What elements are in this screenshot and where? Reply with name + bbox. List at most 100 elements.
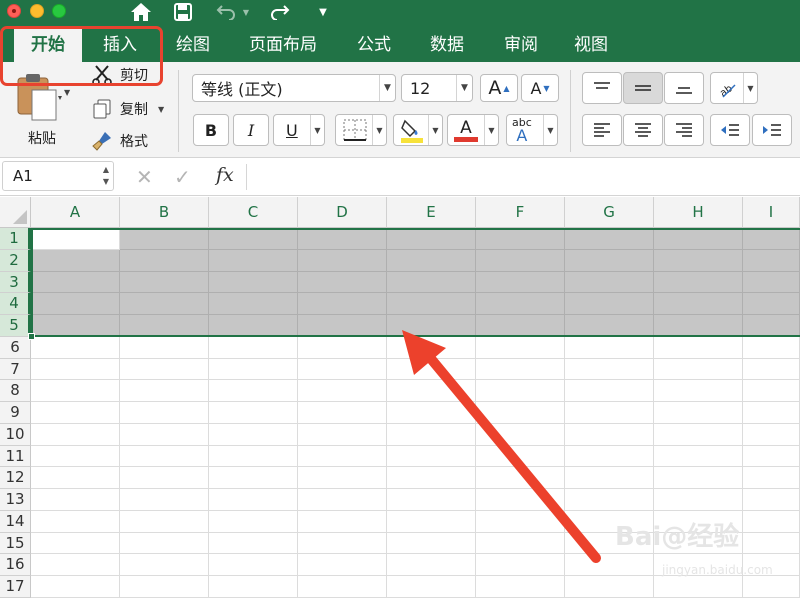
cell-f10[interactable] — [476, 423, 565, 446]
cell-g17[interactable] — [565, 576, 654, 598]
cell-c6[interactable] — [209, 336, 298, 359]
cell-f8[interactable] — [476, 380, 565, 402]
cell-c13[interactable] — [209, 489, 298, 511]
cell-f17[interactable] — [476, 576, 565, 598]
cell-f13[interactable] — [476, 489, 565, 511]
cell-c15[interactable] — [209, 532, 298, 555]
increase-font-size-button[interactable]: A ▲ — [480, 74, 518, 102]
cell-a10[interactable] — [31, 423, 120, 446]
cell-a17[interactable] — [31, 576, 120, 598]
cell-i8[interactable] — [743, 380, 800, 402]
cell-b9[interactable] — [120, 402, 209, 424]
tab-review[interactable]: 审阅 — [488, 28, 554, 62]
cell-f6[interactable] — [476, 336, 565, 359]
name-box-stepper-icon[interactable]: ▲ ▼ — [103, 164, 109, 188]
cell-e13[interactable] — [387, 489, 476, 511]
cell-h7[interactable] — [654, 358, 743, 381]
cell-g8[interactable] — [565, 380, 654, 402]
bold-button[interactable]: B — [193, 114, 229, 146]
increase-indent-button[interactable] — [752, 114, 792, 146]
save-icon[interactable] — [172, 0, 194, 24]
cell-i11[interactable] — [743, 445, 800, 468]
cell-c7[interactable] — [209, 358, 298, 381]
cell-a8[interactable] — [31, 380, 120, 402]
home-icon[interactable] — [128, 0, 154, 24]
cell-d17[interactable] — [298, 576, 387, 598]
cell-i15[interactable] — [743, 532, 800, 555]
formula-input[interactable] — [250, 162, 798, 192]
cancel-icon[interactable]: ✕ — [136, 165, 153, 189]
cell-f16[interactable] — [476, 554, 565, 576]
column-header-h[interactable]: H — [654, 197, 743, 228]
cell-a7[interactable] — [31, 358, 120, 381]
cell-e10[interactable] — [387, 423, 476, 446]
row-header-2[interactable]: 2 — [0, 249, 31, 272]
cell-b17[interactable] — [120, 576, 209, 598]
cell-b8[interactable] — [120, 380, 209, 402]
cell-i13[interactable] — [743, 489, 800, 511]
cell-d11[interactable] — [298, 445, 387, 468]
cell-d9[interactable] — [298, 402, 387, 424]
cell-b16[interactable] — [120, 554, 209, 576]
font-name-select[interactable]: 等线 (正文) ▼ — [192, 74, 396, 102]
cell-i17[interactable] — [743, 576, 800, 598]
cell-h11[interactable] — [654, 445, 743, 468]
cell-h8[interactable] — [654, 380, 743, 402]
cell-b6[interactable] — [120, 336, 209, 359]
cell-i14[interactable] — [743, 510, 800, 533]
cell-e15[interactable] — [387, 532, 476, 555]
close-window-button[interactable] — [7, 4, 21, 18]
row-header-11[interactable]: 11 — [0, 445, 31, 468]
cell-f7[interactable] — [476, 358, 565, 381]
cell-h6[interactable] — [654, 336, 743, 359]
column-header-c[interactable]: C — [209, 197, 298, 228]
cell-g12[interactable] — [565, 467, 654, 489]
align-middle-button[interactable] — [623, 72, 663, 104]
cell-b14[interactable] — [120, 510, 209, 533]
minimize-window-button[interactable] — [30, 4, 44, 18]
cell-a16[interactable] — [31, 554, 120, 576]
cell-c11[interactable] — [209, 445, 298, 468]
cell-b12[interactable] — [120, 467, 209, 489]
cell-e8[interactable] — [387, 380, 476, 402]
font-size-select[interactable]: 12 ▼ — [401, 74, 473, 102]
cell-i9[interactable] — [743, 402, 800, 424]
tab-view[interactable]: 视图 — [558, 28, 624, 62]
name-box[interactable]: A1 ▲ ▼ — [2, 161, 114, 191]
cell-e12[interactable] — [387, 467, 476, 489]
italic-button[interactable]: I — [233, 114, 269, 146]
cell-e11[interactable] — [387, 445, 476, 468]
cell-b10[interactable] — [120, 423, 209, 446]
decrease-font-size-button[interactable]: A ▼ — [521, 74, 559, 102]
cell-h9[interactable] — [654, 402, 743, 424]
row-header-16[interactable]: 16 — [0, 554, 31, 576]
cell-c14[interactable] — [209, 510, 298, 533]
cell-a12[interactable] — [31, 467, 120, 489]
cell-a13[interactable] — [31, 489, 120, 511]
row-header-3[interactable]: 3 — [0, 271, 31, 294]
cell-a14[interactable] — [31, 510, 120, 533]
cell-e17[interactable] — [387, 576, 476, 598]
insert-function-button[interactable]: fx — [216, 164, 234, 186]
align-right-button[interactable] — [664, 114, 704, 146]
cell-h12[interactable] — [654, 467, 743, 489]
cell-g16[interactable] — [565, 554, 654, 576]
cell-a15[interactable] — [31, 532, 120, 555]
cell-c10[interactable] — [209, 423, 298, 446]
cell-c8[interactable] — [209, 380, 298, 402]
cell-c9[interactable] — [209, 402, 298, 424]
cell-e16[interactable] — [387, 554, 476, 576]
cell-f11[interactable] — [476, 445, 565, 468]
cell-d14[interactable] — [298, 510, 387, 533]
row-header-8[interactable]: 8 — [0, 380, 31, 402]
align-left-button[interactable] — [582, 114, 622, 146]
cell-d16[interactable] — [298, 554, 387, 576]
cell-d10[interactable] — [298, 423, 387, 446]
fill-handle[interactable] — [28, 333, 35, 340]
cell-i12[interactable] — [743, 467, 800, 489]
borders-button[interactable]: ▼ — [335, 114, 387, 146]
cell-i10[interactable] — [743, 423, 800, 446]
redo-icon[interactable] — [268, 0, 292, 24]
cell-e6[interactable] — [387, 336, 476, 359]
tab-formulas[interactable]: 公式 — [342, 28, 406, 62]
